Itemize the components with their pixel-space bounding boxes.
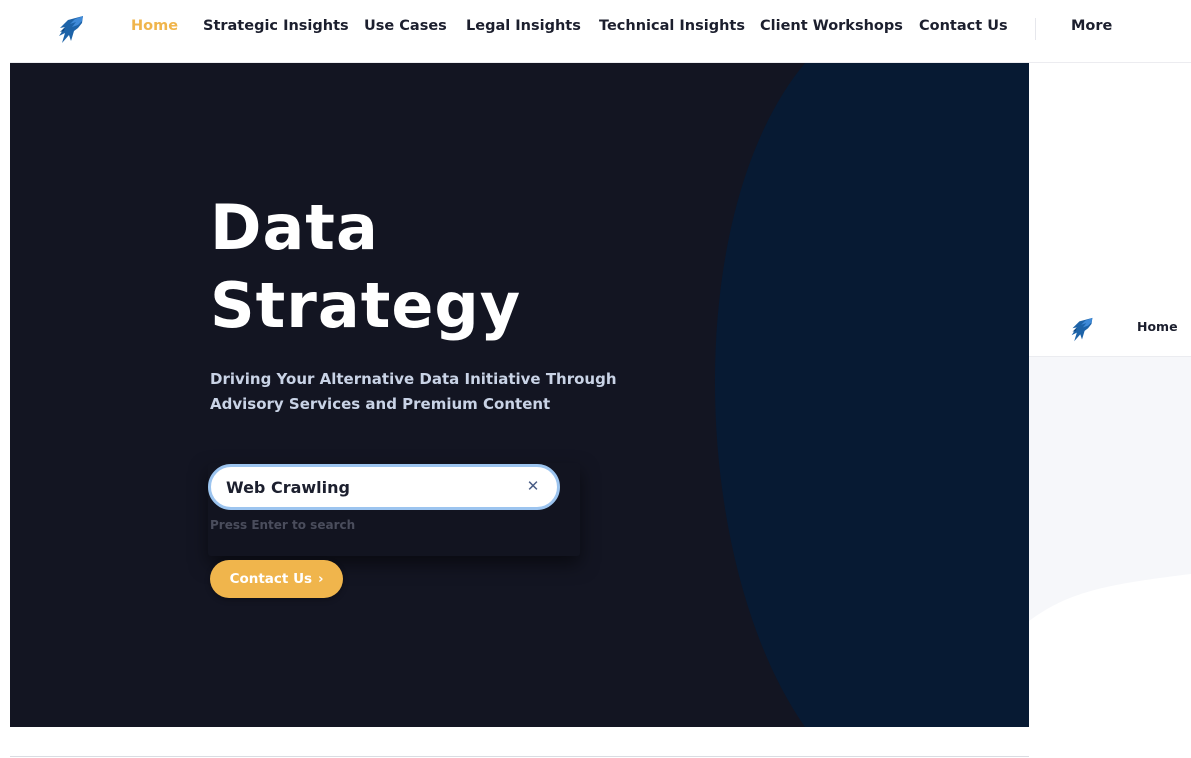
- nav-item-strategic-insights[interactable]: Strategic Insights: [203, 18, 349, 34]
- nav-item-legal-insights[interactable]: Legal Insights: [466, 18, 581, 34]
- nav-item-technical-insights[interactable]: Technical Insights: [599, 18, 745, 34]
- hero-subtitle-line-1: Driving Your Alternative Data Initiative…: [210, 370, 617, 388]
- hero-section: Data Strategy Driving Your Alternative D…: [10, 63, 1029, 727]
- nav-item-use-cases[interactable]: Use Cases: [364, 18, 447, 34]
- frame-left-edge: [0, 0, 10, 758]
- section-divider: [10, 756, 1029, 757]
- contact-us-button-label: Contact Us: [229, 571, 313, 587]
- hero-title-line-1: Data: [210, 191, 379, 264]
- inset-nav-item-home[interactable]: Home: [1137, 319, 1178, 334]
- hero-title-line-2: Strategy: [210, 269, 522, 342]
- hero-title: Data Strategy: [210, 189, 521, 345]
- chevron-right-icon: ›: [318, 571, 324, 587]
- inset-background-wave: [1029, 574, 1191, 758]
- main-navbar: Home Strategic Insights Use Cases Legal …: [10, 0, 1191, 63]
- nav-item-home[interactable]: Home: [131, 18, 178, 34]
- hero-subtitle-line-2: Advisory Services and Premium Content: [210, 395, 551, 413]
- inset-navbar: Home: [1029, 304, 1191, 357]
- nav-item-more[interactable]: More: [1071, 18, 1112, 34]
- search-input[interactable]: [226, 475, 506, 499]
- nav-item-contact-us[interactable]: Contact Us: [919, 18, 1008, 34]
- search-hint: Press Enter to search: [210, 518, 356, 532]
- nav-item-client-workshops[interactable]: Client Workshops: [760, 18, 903, 34]
- inset-page-preview: Home: [1029, 304, 1191, 758]
- close-icon[interactable]: ✕: [525, 478, 541, 494]
- eagle-logo-icon[interactable]: [1069, 316, 1095, 344]
- below-hero-area: [10, 727, 1029, 758]
- nav-divider: [1035, 18, 1036, 40]
- search-box[interactable]: ✕: [208, 464, 560, 510]
- hero-subtitle: Driving Your Alternative Data Initiative…: [210, 367, 640, 417]
- contact-us-button[interactable]: Contact Us ›: [210, 560, 343, 598]
- eagle-logo-icon[interactable]: [56, 14, 86, 46]
